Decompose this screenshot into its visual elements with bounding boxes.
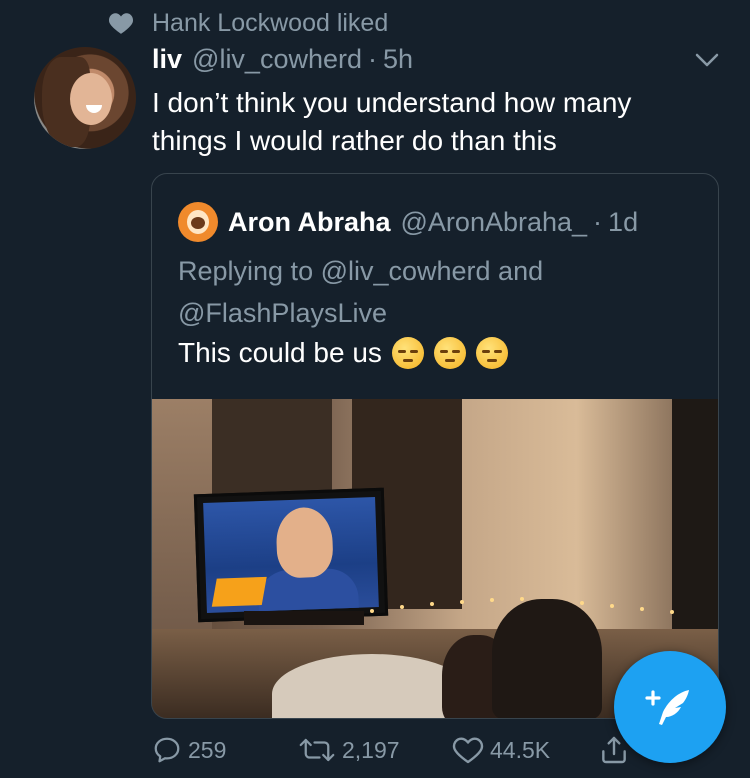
like-button[interactable]: 44.5K: [452, 730, 550, 770]
separator-dot: ·: [368, 44, 378, 74]
tv-in-photo: [193, 487, 389, 623]
compose-feather-icon: [645, 690, 689, 725]
social-context: Hank Lockwood liked: [108, 8, 388, 38]
chevron-down-icon[interactable]: [694, 50, 720, 70]
heart-icon: [108, 13, 134, 34]
pensive-face-emoji: [433, 337, 466, 369]
retweet-count: 2,197: [342, 736, 400, 763]
liked-by-text[interactable]: Hank Lockwood liked: [152, 9, 388, 38]
reply-count: 259: [188, 736, 227, 763]
like-count: 44.5K: [490, 736, 551, 763]
author-handle[interactable]: @liv_cowherd: [192, 44, 362, 75]
tweet-header: liv @liv_cowherd · 5h: [152, 44, 413, 75]
compose-tweet-button[interactable]: [614, 651, 726, 763]
quoted-author-handle: @AronAbraha_: [400, 206, 588, 237]
retweet-button[interactable]: 2,197: [298, 730, 400, 770]
quoted-tweet-card[interactable]: Aron Abraha @AronAbraha_ · 1d Replying t…: [151, 173, 719, 719]
quoted-tweet-text: This could be us: [178, 337, 382, 368]
quoted-tweet-time: 1d: [608, 206, 639, 237]
tweet-time[interactable]: 5h: [383, 44, 413, 75]
author-avatar[interactable]: [34, 47, 136, 149]
heart-icon: [452, 737, 484, 764]
separator-dot: ·: [593, 206, 603, 237]
quoted-tweet-text-row: This could be us: [178, 337, 508, 369]
quoted-author-avatar: [178, 202, 218, 242]
pensive-face-emoji: [475, 337, 508, 369]
pensive-face-emoji: [391, 337, 424, 369]
reply-icon: [154, 737, 180, 763]
retweet-icon: [299, 738, 335, 762]
quoted-tweet-header: Aron Abraha @AronAbraha_ · 1d: [178, 202, 638, 242]
author-name[interactable]: liv: [152, 44, 182, 75]
replying-to-text: Replying to @liv_cowherd and @FlashPlays…: [178, 256, 544, 328]
quoted-author-name: Aron Abraha: [228, 206, 391, 237]
reply-button[interactable]: 259: [152, 730, 226, 770]
tweet-text: I don’t think you understand how many th…: [152, 87, 632, 156]
